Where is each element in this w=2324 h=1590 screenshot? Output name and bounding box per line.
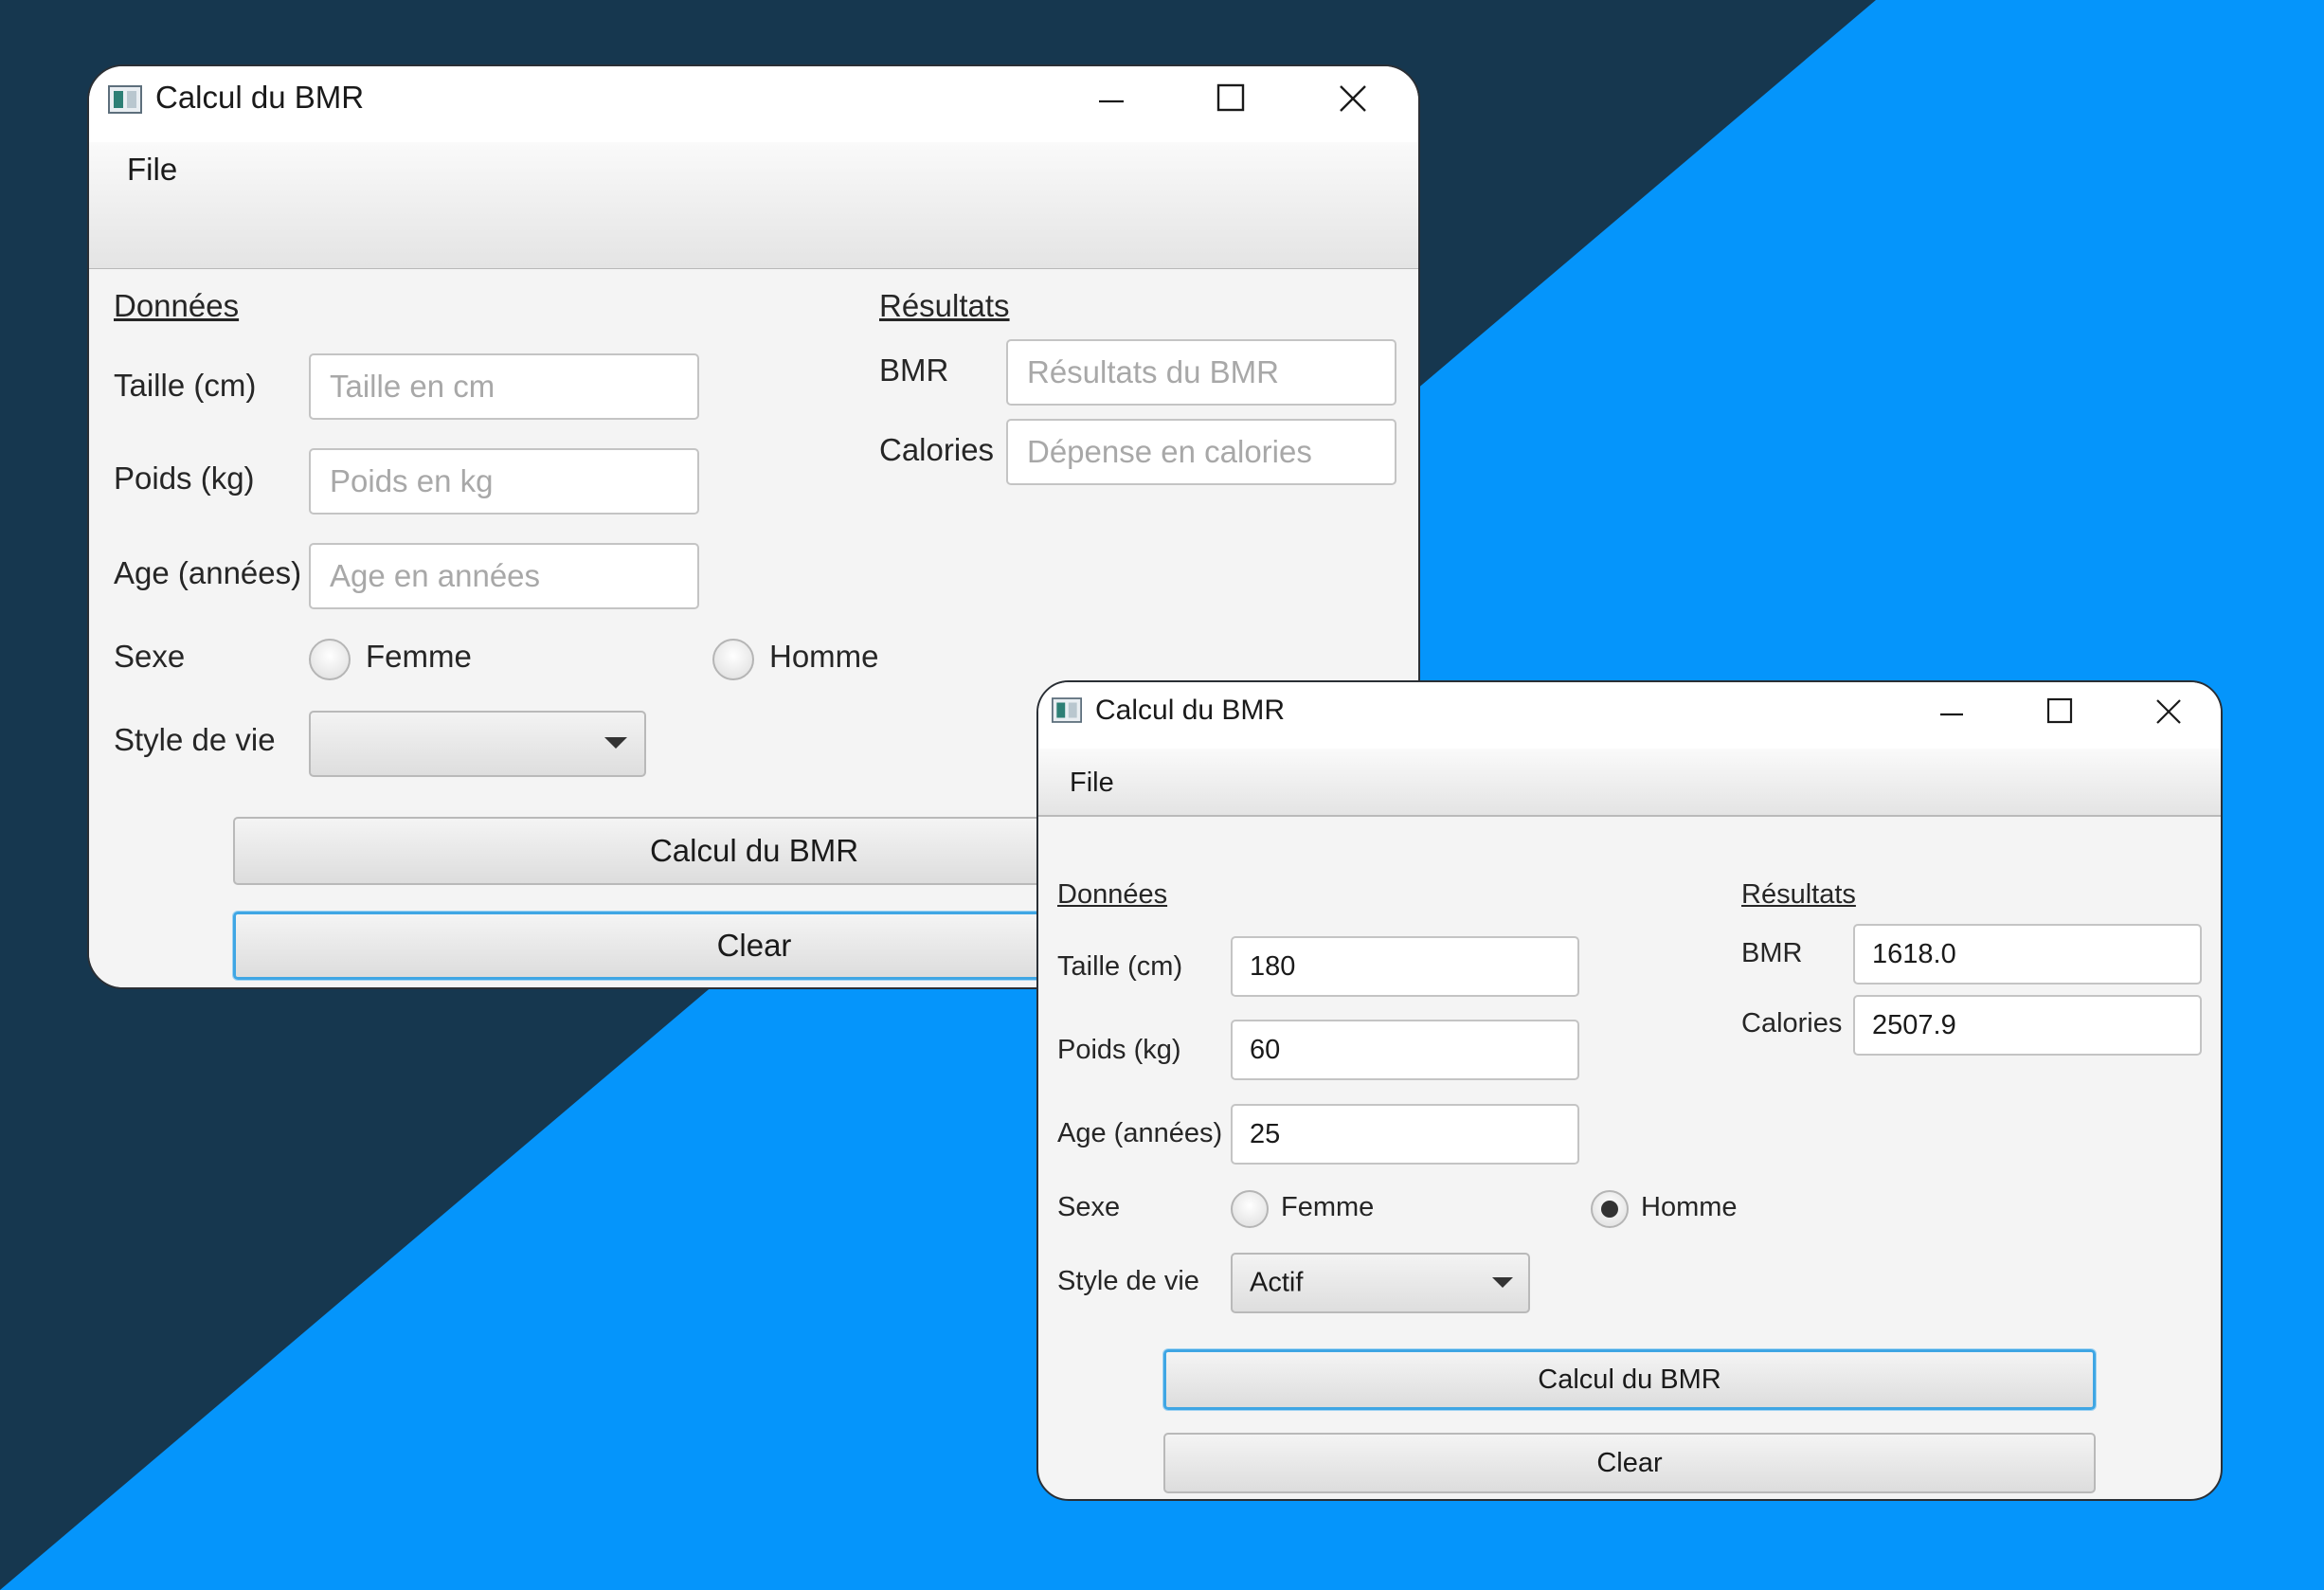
style-de-vie-label: Style de vie — [1057, 1266, 1199, 1296]
menu-file[interactable]: File — [1070, 768, 1114, 799]
window-title: Calcul du BMR — [1095, 695, 1286, 726]
bmr-label: BMR — [1741, 938, 1803, 968]
title-bar[interactable]: Calcul du BMR — [1038, 682, 2221, 749]
calcul-bmr-button[interactable]: Calcul du BMR — [1163, 1349, 2096, 1410]
close-icon[interactable] — [2154, 697, 2183, 726]
donnees-header: Données — [114, 288, 240, 323]
menu-bar — [89, 142, 1418, 270]
age-input[interactable] — [309, 543, 699, 609]
femme-label: Femme — [366, 639, 472, 674]
menu-bar: File — [1038, 749, 2221, 817]
calories-output[interactable] — [1006, 419, 1396, 485]
style-de-vie-select[interactable] — [309, 711, 646, 777]
maximize-icon[interactable] — [2046, 697, 2073, 724]
calories-label: Calories — [879, 432, 995, 467]
style-de-vie-label: Style de vie — [114, 722, 276, 757]
homme-label: Homme — [1641, 1192, 1738, 1222]
chevron-down-icon — [1492, 1277, 1513, 1288]
femme-radio[interactable] — [309, 639, 351, 680]
chevron-down-icon — [604, 737, 627, 749]
homme-label: Homme — [769, 639, 879, 674]
radio-selected-dot — [1601, 1201, 1618, 1218]
calories-label: Calories — [1741, 1008, 1843, 1039]
age-label: Age (années) — [114, 555, 302, 590]
calories-output[interactable] — [1853, 995, 2202, 1056]
age-input[interactable] — [1231, 1104, 1579, 1165]
java-window-icon — [1052, 697, 1082, 723]
taille-input[interactable] — [309, 353, 699, 420]
minimize-icon[interactable] — [1938, 701, 1965, 728]
taille-label: Taille (cm) — [114, 368, 257, 403]
poids-input[interactable] — [1231, 1020, 1579, 1080]
poids-label: Poids (kg) — [114, 461, 255, 496]
menu-file[interactable]: File — [127, 152, 177, 188]
poids-label: Poids (kg) — [1057, 1035, 1181, 1065]
poids-input[interactable] — [309, 448, 699, 515]
femme-radio[interactable] — [1231, 1190, 1269, 1228]
resultats-header: Résultats — [1741, 879, 1856, 910]
style-de-vie-select[interactable]: Actif — [1231, 1253, 1530, 1313]
homme-radio[interactable] — [1591, 1190, 1629, 1228]
taille-input[interactable] — [1231, 936, 1579, 997]
close-icon[interactable] — [1338, 83, 1368, 114]
femme-label: Femme — [1281, 1192, 1375, 1222]
bmr-window-filled: Calcul du BMR File Données Résultats Tai… — [1036, 680, 2223, 1501]
resultats-header: Résultats — [879, 288, 1010, 323]
bmr-label: BMR — [879, 352, 949, 388]
bmr-output[interactable] — [1006, 339, 1396, 406]
age-label: Age (années) — [1057, 1118, 1223, 1148]
java-window-icon — [108, 85, 142, 114]
bmr-output[interactable] — [1853, 924, 2202, 985]
minimize-icon[interactable] — [1097, 87, 1126, 116]
homme-radio[interactable] — [712, 639, 754, 680]
style-de-vie-value: Actif — [1250, 1267, 1304, 1298]
clear-button[interactable]: Clear — [1163, 1433, 2096, 1493]
donnees-header: Données — [1057, 879, 1168, 910]
window-title: Calcul du BMR — [155, 80, 365, 115]
sexe-label: Sexe — [114, 639, 186, 674]
taille-label: Taille (cm) — [1057, 951, 1183, 982]
maximize-icon[interactable] — [1216, 83, 1245, 112]
title-bar[interactable]: Calcul du BMR — [89, 66, 1418, 142]
sexe-label: Sexe — [1057, 1192, 1121, 1222]
